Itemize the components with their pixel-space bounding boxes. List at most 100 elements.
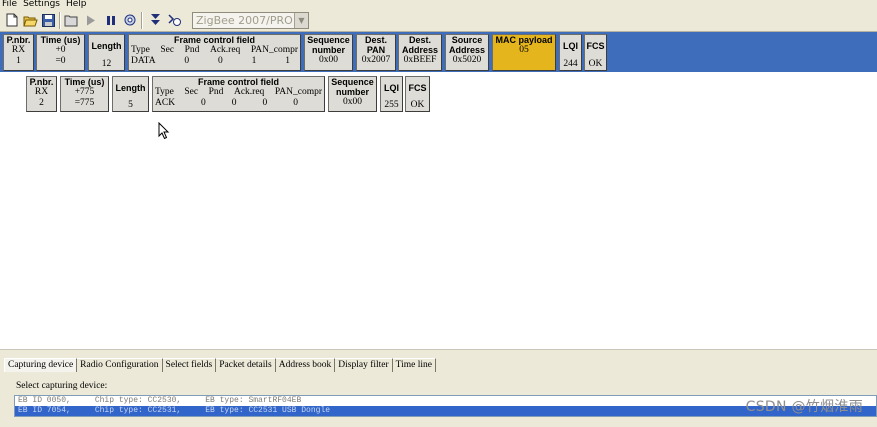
- menu-settings[interactable]: Settings: [21, 0, 63, 9]
- fcf-col-pancompr: PAN_compr: [250, 45, 298, 55]
- lqi-cell: LQI 244: [559, 34, 582, 71]
- lqi-value: 244: [563, 59, 578, 69]
- source-address-header: Source: [451, 35, 483, 45]
- watermark: CSDN @竹烟淮雨: [745, 399, 863, 415]
- toolbar-separator: [141, 12, 143, 29]
- length-cell: Length 12: [88, 34, 125, 71]
- lqi-value: 255: [384, 100, 399, 110]
- source-address-value: 0x5020: [452, 55, 482, 65]
- fcs-header: FCS: [408, 83, 427, 93]
- sequence-number-cell: Sequence number 0x00: [304, 34, 353, 71]
- packet-number-cell: P.nbr. RX 1: [3, 34, 34, 71]
- packet-number-header: P.nbr.: [6, 35, 31, 45]
- pause-icon[interactable]: [103, 12, 119, 28]
- mouse-cursor-icon: [158, 122, 170, 140]
- fcf-col-sec: Sec: [184, 87, 199, 97]
- frame-control-header: Frame control field: [197, 77, 279, 87]
- frame-control-values: ACK 0 0 0 0: [153, 98, 324, 109]
- frame-control-columns: Type Sec Pnd Ack.req PAN_compr: [153, 87, 324, 98]
- fcf-val-ackreq: 1: [251, 56, 257, 66]
- time-cell: Time (us) +775 =775: [60, 76, 109, 112]
- tab-display-filter[interactable]: Display filter: [335, 358, 393, 372]
- open-icon[interactable]: [63, 12, 79, 28]
- tab-packet-details[interactable]: Packet details: [216, 358, 276, 372]
- fcf-val-sec: 0: [201, 98, 206, 108]
- fcf-col-type: Type: [131, 45, 150, 55]
- frame-control-field-cell: Frame control field Type Sec Pnd Ack.req…: [152, 76, 325, 112]
- time-delta: +775: [74, 87, 95, 97]
- sequence-number-cell: Sequence number 0x00: [328, 76, 377, 112]
- frame-control-header: Frame control field: [173, 35, 255, 45]
- dest-pan-cell: Dest. PAN 0x2007: [356, 34, 396, 71]
- dest-address-cell: Dest. Address 0xBEEF: [398, 34, 442, 71]
- fcf-val-type: DATA: [131, 56, 156, 66]
- lqi-header: LQI: [384, 83, 399, 93]
- play-icon[interactable]: [83, 12, 99, 28]
- packet-number: 2: [39, 98, 44, 108]
- sequence-value: 0x00: [319, 55, 338, 65]
- fcf-col-pnd: Pnd: [184, 45, 200, 55]
- select-device-label: Select capturing device:: [16, 381, 108, 391]
- fcf-val-ackreq: 0: [262, 98, 268, 108]
- mac-payload-cell: MAC payload 05: [492, 34, 556, 71]
- fcf-val-pnd: 0: [218, 56, 223, 66]
- packet-number-header: P.nbr.: [29, 77, 54, 87]
- sequence-value: 0x00: [343, 97, 362, 107]
- protocol-select[interactable]: ZigBee 2007/PRO ▼: [192, 12, 309, 29]
- tab-address-book[interactable]: Address book: [275, 358, 336, 372]
- frame-control-columns: Type Sec Pnd Ack.req PAN_compr: [129, 45, 300, 56]
- open-folder-icon[interactable]: [22, 12, 38, 28]
- menu-help[interactable]: Help: [64, 0, 90, 9]
- dest-address-value: 0xBEEF: [403, 55, 437, 65]
- menu-file[interactable]: File: [0, 0, 20, 9]
- fcf-col-ackreq: Ack.req: [209, 45, 241, 55]
- dest-pan-value: 0x2007: [361, 55, 391, 65]
- fcf-val-pnd: 0: [231, 98, 237, 108]
- tab-select-fields[interactable]: Select fields: [162, 358, 217, 372]
- tab-capturing-device[interactable]: Capturing device: [4, 358, 78, 372]
- sequence-header: Sequence: [307, 35, 350, 45]
- save-icon[interactable]: [40, 12, 56, 28]
- source-address-header-2: Address: [448, 45, 485, 55]
- dest-pan-header: Dest.: [364, 35, 387, 45]
- dest-pan-header-2: PAN: [366, 45, 386, 55]
- lqi-header: LQI: [563, 41, 578, 51]
- time-delta: +0: [55, 45, 66, 55]
- source-address-cell: Source Address 0x5020: [445, 34, 489, 71]
- time-absolute: =0: [55, 56, 66, 66]
- length-header: Length: [91, 41, 122, 51]
- fcf-col-pnd: Pnd: [208, 87, 224, 97]
- fcf-col-pancompr: PAN_compr: [274, 87, 322, 97]
- mac-payload-value: 05: [519, 45, 529, 55]
- fcf-col-ackreq: Ack.req: [233, 87, 265, 97]
- fcs-value: OK: [588, 59, 603, 69]
- tab-radio-configuration[interactable]: Radio Configuration: [77, 358, 163, 372]
- scroll-toggle-icon[interactable]: [166, 12, 182, 28]
- fcs-header: FCS: [586, 41, 605, 51]
- scroll-down-icon[interactable]: [147, 12, 163, 28]
- fcf-val-type: ACK: [155, 98, 176, 108]
- time-header: Time (us): [40, 35, 81, 45]
- fcs-value: OK: [410, 100, 425, 110]
- settings-icon[interactable]: [122, 12, 138, 28]
- chevron-down-icon[interactable]: ▼: [294, 13, 308, 28]
- frame-control-field-cell: Frame control field Type Sec Pnd Ack.req…: [128, 34, 301, 71]
- fcf-col-type: Type: [155, 87, 174, 97]
- fcf-val-sec: 0: [184, 56, 190, 66]
- menu-bar: File Settings Help: [0, 0, 877, 9]
- dest-address-header: Dest.: [408, 35, 431, 45]
- length-header: Length: [115, 83, 146, 93]
- toolbar: ZigBee 2007/PRO ▼: [0, 9, 877, 32]
- fcf-val-pancompr: 0: [293, 98, 298, 108]
- new-file-icon[interactable]: [4, 12, 20, 28]
- packet-number-cell: P.nbr. RX 2: [26, 76, 57, 112]
- sequence-header-2: number: [335, 87, 369, 97]
- time-header: Time (us): [64, 77, 105, 87]
- packet-number: 1: [16, 56, 21, 66]
- fcs-cell: FCS OK: [405, 76, 430, 112]
- tab-time-line[interactable]: Time line: [392, 358, 436, 372]
- fcs-cell: FCS OK: [584, 34, 607, 71]
- packet-direction: RX: [11, 45, 26, 55]
- time-absolute: =775: [74, 98, 95, 108]
- sequence-header: Sequence: [331, 77, 374, 87]
